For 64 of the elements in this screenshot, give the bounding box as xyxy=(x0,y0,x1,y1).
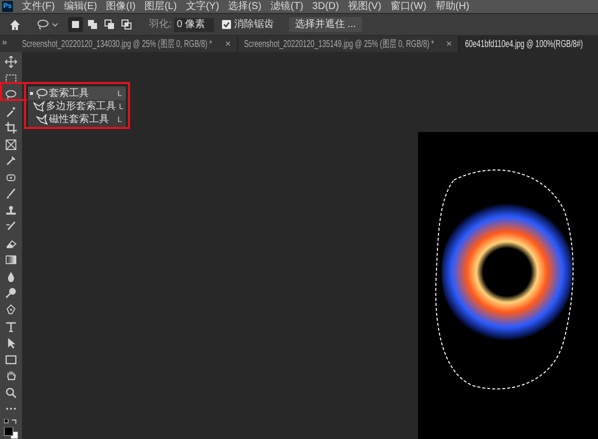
lasso-icon[interactable] xyxy=(37,19,49,30)
tab-title: 60e41bfd110e4.jpg @ 100%(RGB/8#) xyxy=(465,38,583,52)
brush-icon[interactable] xyxy=(5,188,17,200)
menu-item[interactable]: 文字(Y) xyxy=(186,0,220,12)
selection-mode-button[interactable] xyxy=(102,17,117,32)
feather-label: 羽化: xyxy=(149,18,172,32)
flyout-label: 套索工具 xyxy=(49,88,90,100)
menu-item[interactable]: 3D(D) xyxy=(312,0,339,12)
menu-item[interactable]: 图层(L) xyxy=(144,0,177,12)
marquee-icon[interactable] xyxy=(5,72,17,84)
lasso-icon[interactable] xyxy=(36,88,48,99)
flyout-label: 磁性套索工具 xyxy=(49,114,110,126)
dodge-icon[interactable] xyxy=(5,287,17,299)
pointer-icon[interactable] xyxy=(5,337,17,349)
flyout-label: 多边形套索工具 xyxy=(46,100,116,112)
swap-colors-icon[interactable] xyxy=(4,418,18,426)
rectangle-icon[interactable] xyxy=(5,354,17,366)
menu-item[interactable]: 编辑(E) xyxy=(64,0,98,12)
move-icon[interactable] xyxy=(5,56,17,68)
pen-icon[interactable] xyxy=(5,304,17,316)
selection-mode-icon xyxy=(87,19,98,30)
selection-mode-icon xyxy=(121,19,132,30)
drop-icon[interactable] xyxy=(5,270,17,282)
shortcut-key: L xyxy=(119,100,124,112)
zoom-icon[interactable] xyxy=(5,386,17,398)
panel-toggle[interactable]: » xyxy=(0,36,16,48)
stamp-icon[interactable] xyxy=(5,204,17,216)
magnetic-lasso-icon[interactable] xyxy=(36,114,48,125)
anti-alias-label: 消除锯齿 xyxy=(234,18,274,32)
lasso-icon[interactable] xyxy=(5,89,17,101)
tab-title: Screenshot_20220120_134030.jpg @ 25% (图层 0, RGB/8) * xyxy=(22,38,212,52)
crop-icon[interactable] xyxy=(5,122,17,134)
selection-mode-button[interactable] xyxy=(68,17,83,32)
tab-close-button[interactable]: × xyxy=(225,37,231,52)
eraser-icon[interactable] xyxy=(5,238,17,250)
color-swatches-icon[interactable] xyxy=(3,427,19,439)
anti-alias-checkbox[interactable] xyxy=(222,20,231,29)
polygon-lasso-icon[interactable] xyxy=(33,101,45,112)
menu-item[interactable]: 图像(I) xyxy=(106,0,136,12)
menu-item[interactable]: 帮助(H) xyxy=(435,0,470,12)
tab-title: Screenshot_20220120_135149.jpg @ 25% (图层 0, RGB/8) * xyxy=(244,38,434,52)
hand-icon[interactable] xyxy=(5,370,17,382)
caret-icon[interactable] xyxy=(52,22,58,26)
selection-mode-button[interactable] xyxy=(85,17,100,32)
selection-mode-icon xyxy=(104,19,115,30)
type-icon[interactable] xyxy=(5,320,17,332)
magic-wand-icon[interactable] xyxy=(5,106,17,118)
tab-close-button[interactable]: × xyxy=(446,37,452,52)
select-and-mask-button[interactable]: 选择并遮住 ... xyxy=(288,17,362,32)
menu-item[interactable]: 文件(F) xyxy=(22,0,55,12)
menu-item[interactable]: 选择(S) xyxy=(228,0,262,12)
selection-mode-button[interactable] xyxy=(119,17,134,32)
selection-mode-icon xyxy=(70,19,81,30)
shortcut-key: L xyxy=(118,114,122,126)
menu-item[interactable]: 视图(V) xyxy=(348,0,382,12)
menu-item[interactable]: 滤镜(T) xyxy=(270,0,304,12)
home-icon[interactable] xyxy=(9,18,21,30)
flyout-item[interactable]: 套索工具 L xyxy=(28,87,126,100)
document-tab[interactable]: 60e41bfd110e4.jpg @ 100%(RGB/8#) xyxy=(458,36,598,52)
menu-item[interactable]: 窗口(W) xyxy=(390,0,426,12)
feather-field[interactable]: 0 像素 xyxy=(174,18,214,32)
shortcut-key: L xyxy=(118,88,122,100)
gradient-icon[interactable] xyxy=(5,254,17,266)
frame-icon[interactable] xyxy=(5,138,17,150)
